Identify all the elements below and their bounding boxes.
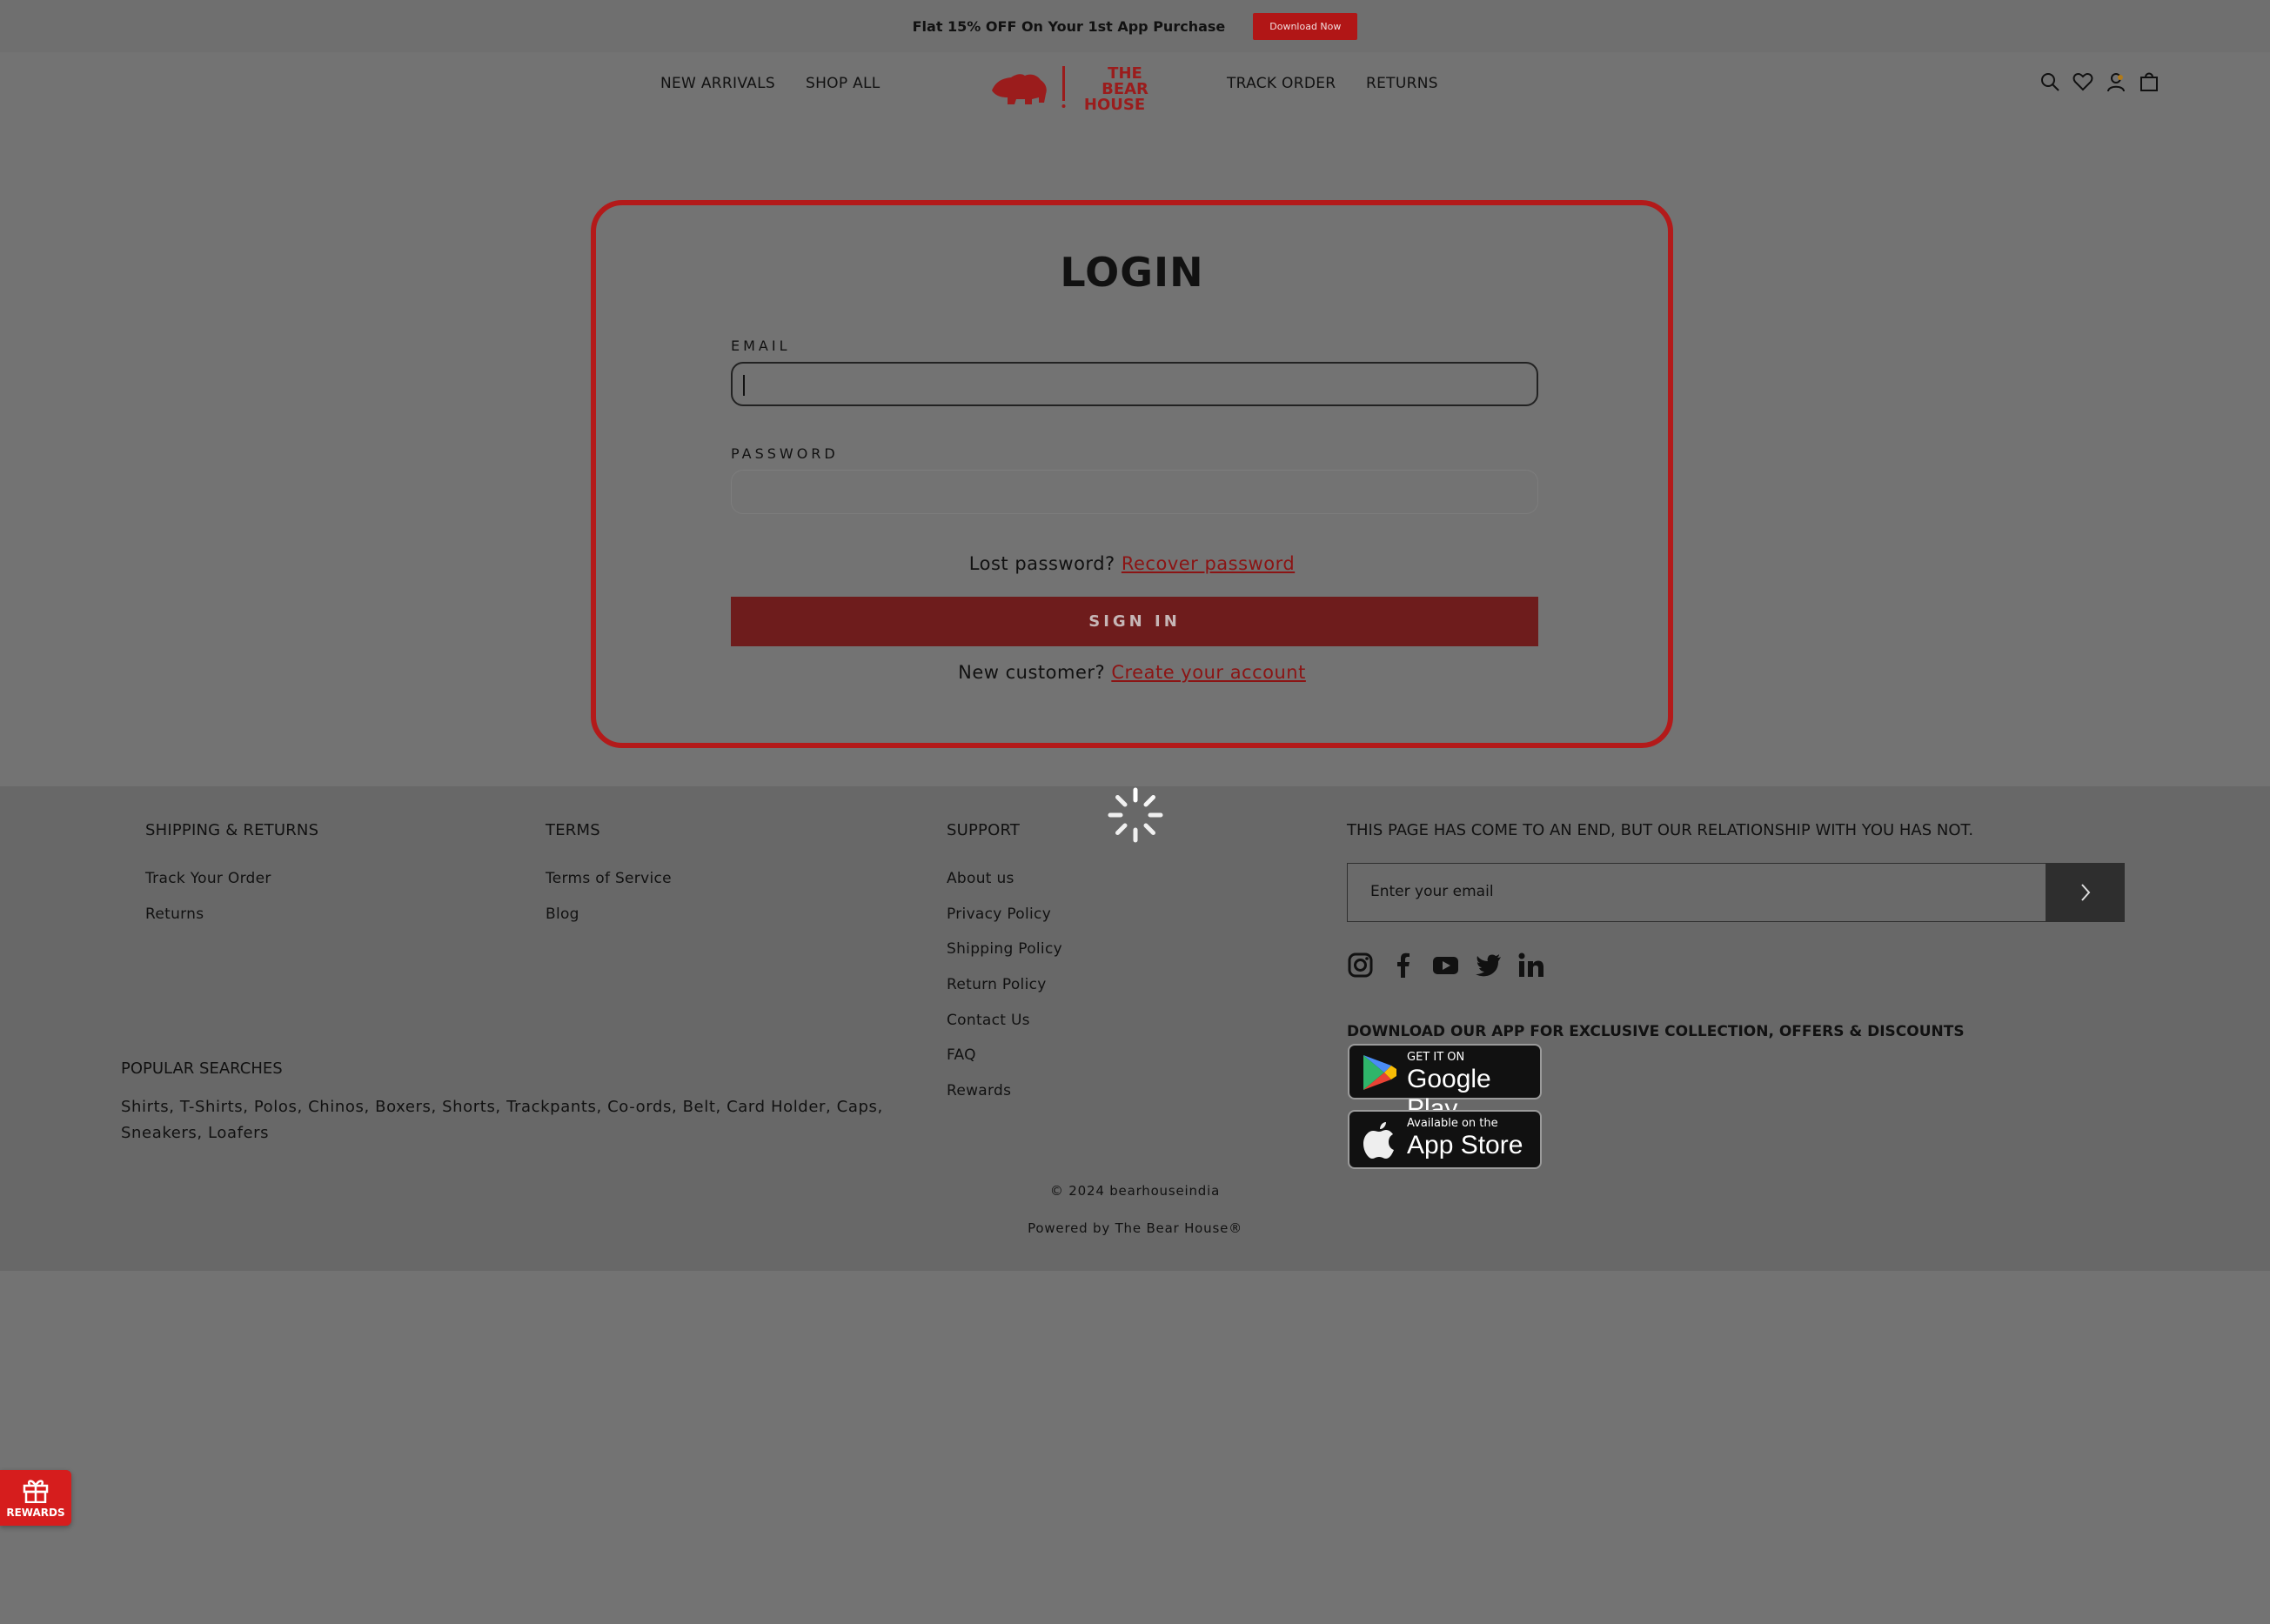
footer-link-terms-of-service[interactable]: Terms of Service [546, 870, 672, 887]
apple-icon [1363, 1122, 1394, 1159]
newsletter-email-input[interactable]: Enter your email [1347, 863, 2124, 922]
instagram-icon[interactable] [1347, 952, 1374, 979]
footer-link-shipping-policy[interactable]: Shipping Policy [947, 940, 1062, 958]
footer-link-contact-us[interactable]: Contact Us [947, 1012, 1030, 1029]
copyright-text: © 2024 bearhouseindia [1049, 1183, 1221, 1199]
header-icons [2039, 71, 2160, 92]
app-store-small-text: Available on the [1407, 1117, 1498, 1130]
logo-line-house: HOUSE [1084, 96, 1145, 113]
recover-password-link[interactable]: Recover password [1122, 553, 1295, 574]
popular-searches-list[interactable]: Shirts, T-Shirts, Polos, Chinos, Boxers,… [121, 1094, 904, 1146]
nav-new-arrivals[interactable]: NEW ARRIVALS [660, 75, 775, 92]
google-play-icon [1363, 1055, 1396, 1090]
new-customer-line: New customer? Create your account [596, 662, 1668, 683]
site-header: NEW ARRIVALS SHOP ALL TRACK ORDER RETURN… [0, 52, 2270, 125]
powered-by-text[interactable]: Powered by The Bear House® [0, 1220, 2270, 1236]
promo-text: Flat 15% OFF On Your 1st App Purchase [912, 17, 1226, 35]
bear-house-logo[interactable]: THE BEAR HOUSE [990, 61, 1152, 114]
social-links [1347, 952, 1544, 979]
login-card: LOGIN EMAIL PASSWORD Lost password? Reco… [591, 200, 1673, 748]
chevron-right-icon [2080, 884, 2090, 901]
footer-link-returns[interactable]: Returns [145, 906, 204, 923]
page-title: LOGIN [1060, 249, 1204, 296]
footer-heading-support: SUPPORT [947, 821, 1021, 839]
rewards-label: REWARDS [6, 1507, 65, 1519]
footer-link-track-order[interactable]: Track Your Order [145, 870, 271, 887]
nav-shop-all[interactable]: SHOP ALL [806, 75, 881, 92]
footer-link-privacy-policy[interactable]: Privacy Policy [947, 906, 1051, 923]
nav-returns[interactable]: RETURNS [1366, 75, 1438, 92]
promo-bar: Flat 15% OFF On Your 1st App Purchase Do… [0, 0, 2270, 52]
password-label: PASSWORD [731, 445, 839, 462]
footer-link-blog[interactable]: Blog [546, 906, 579, 923]
linkedin-icon[interactable] [1517, 952, 1544, 979]
footer-heading-shipping: SHIPPING & RETURNS [145, 821, 319, 839]
heart-icon[interactable] [2072, 71, 2093, 92]
twitter-icon[interactable] [1475, 952, 1502, 979]
bear-logo-graphic: THE BEAR HOUSE [992, 64, 1148, 114]
lost-password-text: Lost password? [968, 553, 1115, 574]
google-play-badge[interactable]: GET IT ON Google Play [1348, 1044, 1542, 1123]
popular-searches-heading: POPULAR SEARCHES [121, 1059, 283, 1078]
text-cursor [743, 375, 745, 396]
app-store-badge[interactable]: Available on the App Store [1348, 1110, 1542, 1169]
google-play-small-text: GET IT ON [1407, 1051, 1465, 1064]
app-download-heading: DOWNLOAD OUR APP FOR EXCLUSIVE COLLECTIO… [1347, 1023, 1965, 1040]
download-now-button[interactable]: Download Now [1253, 12, 1358, 40]
footer-link-faq[interactable]: FAQ [947, 1046, 976, 1064]
facebook-icon[interactable] [1389, 952, 1416, 979]
newsletter-heading: THIS PAGE HAS COME TO AN END, BUT OUR RE… [1347, 821, 1974, 839]
sign-in-button[interactable]: SIGN IN [731, 597, 1538, 646]
nav-track-order[interactable]: TRACK ORDER [1227, 75, 1336, 92]
bag-icon[interactable] [2139, 71, 2160, 92]
footer-link-return-policy[interactable]: Return Policy [947, 976, 1047, 993]
site-footer: SHIPPING & RETURNS Track Your Order Retu… [0, 786, 2270, 1271]
account-icon[interactable] [2106, 71, 2126, 92]
create-account-link[interactable]: Create your account [1111, 662, 1306, 683]
newsletter-placeholder: Enter your email [1370, 883, 1494, 900]
lost-password-line: Lost password? Recover password [596, 553, 1668, 574]
gift-icon [23, 1480, 49, 1503]
youtube-icon[interactable] [1432, 952, 1459, 979]
password-field[interactable] [731, 470, 1538, 514]
rewards-widget-button[interactable]: REWARDS [0, 1470, 71, 1526]
email-label: EMAIL [731, 337, 791, 354]
newsletter-submit-button[interactable] [2046, 863, 2125, 922]
loading-spinner-icon [1107, 786, 1164, 844]
footer-link-about-us[interactable]: About us [947, 870, 1014, 887]
email-field[interactable] [731, 362, 1538, 406]
footer-link-rewards[interactable]: Rewards [947, 1082, 1011, 1099]
search-icon[interactable] [2039, 71, 2060, 92]
new-customer-text: New customer? [958, 662, 1106, 683]
app-store-big-text: App Store [1407, 1131, 1523, 1160]
footer-heading-terms: TERMS [546, 821, 600, 839]
